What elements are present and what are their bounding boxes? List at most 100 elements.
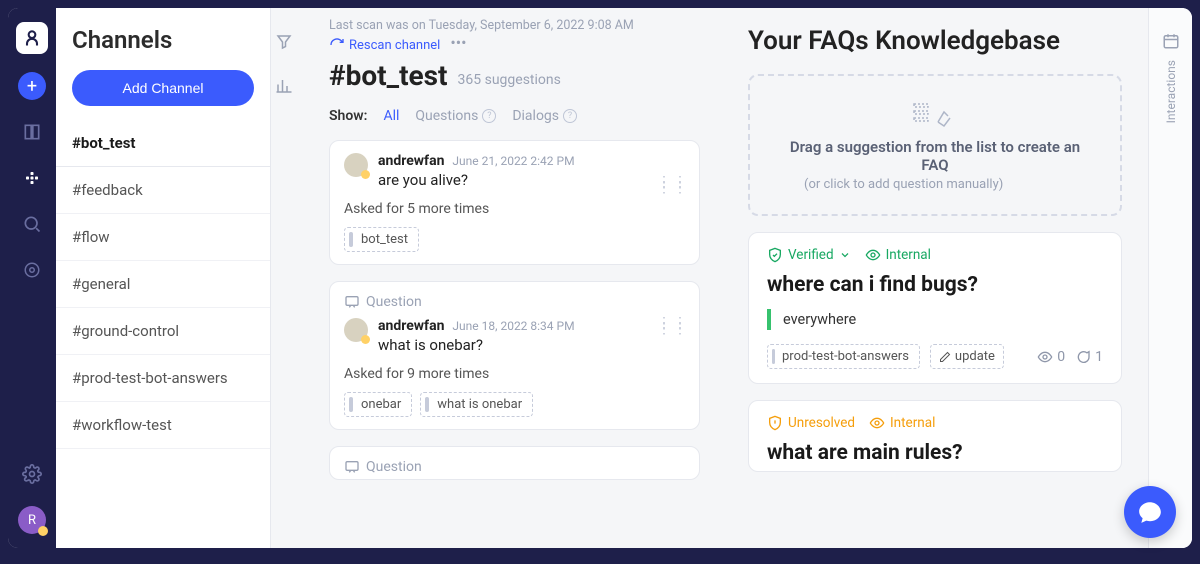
nav-rail: + R <box>8 8 56 548</box>
drag-target-icon <box>912 98 958 132</box>
filter-questions[interactable]: Questions ? <box>415 108 496 124</box>
shield-alert-icon <box>767 415 783 431</box>
tag[interactable]: bot_test <box>344 227 419 252</box>
main-area: Last scan was on Tuesday, September 6, 2… <box>271 8 1192 548</box>
question-icon <box>344 294 360 310</box>
asked-count: Asked for 9 more times <box>344 366 685 382</box>
last-scan-text: Last scan was on Tuesday, September 6, 2… <box>329 18 700 33</box>
suggestion-card[interactable]: andrewfan June 21, 2022 2:42 PM are you … <box>329 140 700 265</box>
filter-dialogs[interactable]: Dialogs ? <box>512 108 577 124</box>
suggestion-card[interactable]: Question <box>329 446 700 480</box>
status-badge[interactable]: Verified <box>767 247 851 263</box>
faq-dropzone[interactable]: Drag a suggestion from the list to creat… <box>748 74 1122 216</box>
suggestion-card[interactable]: Question andrewfan June 18, 2022 8:34 PM… <box>329 281 700 430</box>
comments-stat: 1 <box>1075 349 1103 365</box>
knowledgebase-panel: Your FAQs Knowledgebase Drag a suggestio… <box>722 8 1148 548</box>
views-stat: 0 <box>1037 349 1065 365</box>
book-icon[interactable] <box>18 118 46 146</box>
chrome-icon[interactable] <box>18 256 46 284</box>
channel-item[interactable]: #feedback <box>56 167 270 214</box>
chevron-down-icon <box>839 249 851 261</box>
username: andrewfan <box>378 153 444 169</box>
add-button[interactable]: + <box>18 72 46 100</box>
faq-question: what are main rules? <box>767 441 1103 465</box>
tag[interactable]: onebar <box>344 392 412 417</box>
eye-icon <box>869 415 885 431</box>
asked-count: Asked for 5 more times <box>344 201 685 217</box>
update-label: update <box>955 349 995 364</box>
kb-title: Your FAQs Knowledgebase <box>748 26 1122 56</box>
filter-questions-label: Questions <box>415 108 478 124</box>
drag-handle-icon[interactable]: ⋮⋮⋮⋮ <box>657 320 689 332</box>
eye-icon <box>1037 349 1053 365</box>
add-channel-button[interactable]: Add Channel <box>72 70 254 106</box>
filter-icon[interactable] <box>271 28 298 56</box>
filter-all[interactable]: All <box>383 108 399 124</box>
channel-item[interactable]: #ground-control <box>56 308 270 355</box>
filter-dialogs-label: Dialogs <box>512 108 559 124</box>
help-icon[interactable]: ? <box>563 109 577 123</box>
faq-card[interactable]: Unresolved Internal what are main rules? <box>748 400 1122 472</box>
app-logo[interactable] <box>16 22 48 54</box>
gear-icon[interactable] <box>18 460 46 488</box>
interactions-label: Interactions <box>1164 60 1178 123</box>
shield-check-icon <box>767 247 783 263</box>
timestamp: June 18, 2022 8:34 PM <box>452 319 574 333</box>
avatar <box>344 153 368 177</box>
channel-item[interactable]: #workflow-test <box>56 402 270 449</box>
channel-item[interactable]: #bot_test <box>56 120 270 167</box>
channel-item[interactable]: #flow <box>56 214 270 261</box>
update-button[interactable]: update <box>930 344 1004 369</box>
suggestion-count: 365 suggestions <box>458 72 561 92</box>
message-text: are you alive? <box>378 171 575 189</box>
channel-item[interactable]: #prod-test-bot-answers <box>56 355 270 402</box>
faq-card[interactable]: Verified Internal where can i find bugs?… <box>748 232 1122 384</box>
dropzone-sub-text: (or click to add question manually) <box>776 177 1003 192</box>
channel-item[interactable]: #general <box>56 261 270 308</box>
channel-title: #bot_test <box>329 59 448 92</box>
tool-column <box>271 8 307 548</box>
pencil-icon <box>939 351 951 363</box>
status-badge[interactable]: Unresolved <box>767 415 855 431</box>
comment-icon <box>1075 349 1091 365</box>
filter-row: Show: All Questions ? Dialogs ? <box>329 108 700 124</box>
card-type-label: Question <box>366 294 422 310</box>
dropzone-main-text: Drag a suggestion from the list to creat… <box>776 138 1094 174</box>
channels-title: Channels <box>56 8 270 66</box>
rescan-label: Rescan channel <box>349 38 440 53</box>
message-text: what is onebar? <box>378 336 575 354</box>
calendar-icon <box>1162 32 1180 50</box>
views-count: 0 <box>1057 349 1065 365</box>
faq-tag[interactable]: prod-test-bot-answers <box>767 344 920 369</box>
scope-label: Internal <box>886 247 931 263</box>
status-label: Unresolved <box>788 415 855 431</box>
tag[interactable]: what is onebar <box>420 392 533 417</box>
drag-handle-icon[interactable]: ⋮⋮⋮⋮ <box>657 179 689 191</box>
app-root: + R Channels Add Channel #bot_test #feed… <box>8 8 1192 548</box>
chat-icon <box>1137 499 1163 525</box>
stats-icon[interactable] <box>271 72 298 100</box>
chat-fab[interactable] <box>1124 486 1176 538</box>
avatar <box>344 318 368 342</box>
comments-count: 1 <box>1095 349 1103 365</box>
eye-icon <box>865 247 881 263</box>
rescan-button[interactable]: Rescan channel <box>329 37 440 53</box>
user-avatar[interactable]: R <box>18 506 46 534</box>
timestamp: June 21, 2022 2:42 PM <box>452 154 574 168</box>
help-icon[interactable]: ? <box>482 109 496 123</box>
card-type-label: Question <box>366 459 422 475</box>
scope-badge[interactable]: Internal <box>869 415 935 431</box>
suggestions-panel: Last scan was on Tuesday, September 6, 2… <box>307 8 722 548</box>
scope-label: Internal <box>890 415 935 431</box>
channels-sidebar: Channels Add Channel #bot_test #feedback… <box>56 8 271 548</box>
question-icon <box>344 459 360 475</box>
faq-answer: everywhere <box>767 309 1103 330</box>
status-label: Verified <box>788 247 834 263</box>
search-icon[interactable] <box>18 210 46 238</box>
slack-icon[interactable] <box>18 164 46 192</box>
scope-badge[interactable]: Internal <box>865 247 931 263</box>
username: andrewfan <box>378 318 444 334</box>
faq-question: where can i find bugs? <box>767 273 1103 297</box>
interactions-rail[interactable]: Interactions <box>1148 8 1192 548</box>
show-label: Show: <box>329 108 367 124</box>
